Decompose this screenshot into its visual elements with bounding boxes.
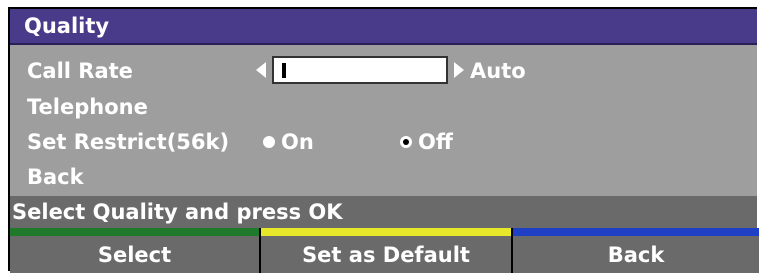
- text-cursor-icon: [282, 63, 286, 78]
- restrict-off-radio[interactable]: [400, 136, 412, 148]
- arrow-right-icon[interactable]: [454, 62, 464, 78]
- set-restrict-label[interactable]: Set Restrict(56k): [27, 129, 229, 155]
- arrow-left-icon[interactable]: [256, 62, 266, 78]
- back-softkey-label: Back: [607, 243, 665, 267]
- telephone-item[interactable]: Telephone: [27, 94, 148, 120]
- select-softkey[interactable]: Select: [10, 228, 261, 273]
- softkey-bar: Select Set as Default Back: [10, 228, 759, 273]
- back-softkey[interactable]: Back: [513, 228, 759, 273]
- call-rate-input[interactable]: [272, 56, 448, 84]
- blue-key-strip: [513, 228, 759, 236]
- call-rate-value: Auto: [470, 59, 526, 83]
- status-bar: Select Quality and press OK: [10, 196, 757, 228]
- status-message: Select Quality and press OK: [12, 200, 343, 224]
- restrict-on-label[interactable]: On: [281, 129, 314, 155]
- yellow-key-strip: [261, 228, 511, 236]
- set-as-default-softkey-label: Set as Default: [302, 243, 470, 267]
- call-rate-label[interactable]: Call Rate: [27, 58, 133, 84]
- back-item[interactable]: Back: [27, 164, 84, 190]
- quality-dialog: Quality Call Rate Auto Telephone Set Res…: [8, 7, 759, 273]
- restrict-on-radio[interactable]: [263, 136, 275, 148]
- title-bar: Quality: [10, 9, 757, 45]
- green-key-strip: [10, 228, 259, 236]
- set-as-default-softkey[interactable]: Set as Default: [261, 228, 513, 273]
- dialog-title: Quality: [24, 14, 110, 38]
- radio-selected-dot-icon: [403, 139, 409, 145]
- select-softkey-label: Select: [97, 243, 172, 267]
- restrict-off-label[interactable]: Off: [418, 129, 453, 155]
